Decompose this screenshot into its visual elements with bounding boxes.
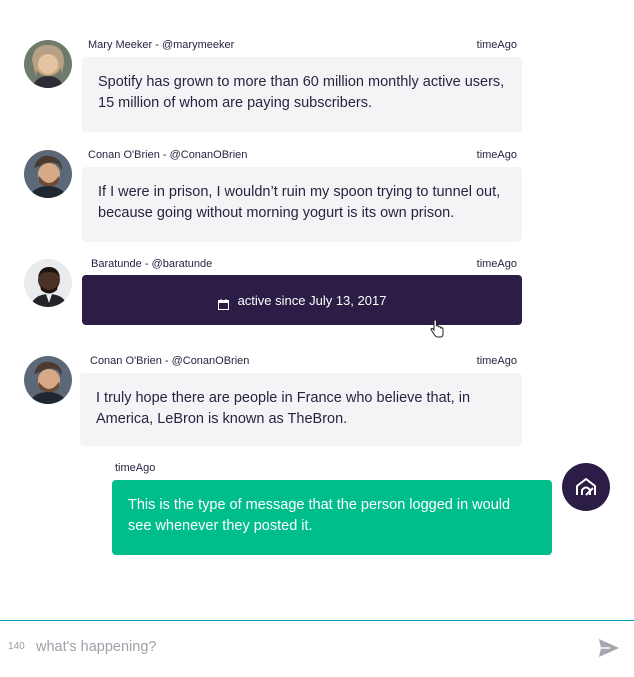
calendar-icon xyxy=(217,295,229,310)
avatar[interactable] xyxy=(24,40,72,88)
avatar[interactable] xyxy=(24,259,72,307)
home-logo-icon xyxy=(576,478,596,496)
compose-input[interactable] xyxy=(36,635,576,659)
active-since-text: active since July 13, 2017 xyxy=(237,292,387,308)
timestamp: timeAgo xyxy=(476,355,517,367)
author-name[interactable]: Mary Meeker - @marymeeker xyxy=(88,39,234,51)
timestamp: timeAgo xyxy=(115,462,156,474)
timestamp: timeAgo xyxy=(476,149,517,161)
message-meta: Mary Meeker - @marymeeker timeAgo xyxy=(88,39,517,53)
message-bubble: Spotify has grown to more than 60 millio… xyxy=(82,57,522,132)
message-meta: Baratunde - @baratunde timeAgo xyxy=(91,258,517,272)
avatar[interactable] xyxy=(24,356,72,404)
pointer-cursor-icon xyxy=(430,320,444,338)
message-bubble: If I were in prison, I wouldn’t ruin my … xyxy=(82,167,522,242)
timestamp: timeAgo xyxy=(476,258,517,270)
author-name[interactable]: Conan O'Brien - @ConanOBrien xyxy=(88,149,247,161)
author-name[interactable]: Conan O'Brien - @ConanOBrien xyxy=(90,355,249,367)
profile-info-bubble[interactable]: active since July 13, 2017 xyxy=(82,275,522,325)
send-icon[interactable] xyxy=(598,638,620,658)
message-bubble: I truly hope there are people in France … xyxy=(80,373,522,446)
character-counter: 140 xyxy=(8,641,25,652)
avatar[interactable] xyxy=(24,150,72,198)
message-meta: Conan O'Brien - @ConanOBrien timeAgo xyxy=(90,355,517,369)
timestamp: timeAgo xyxy=(476,39,517,51)
composer: 140 xyxy=(0,620,634,677)
own-message-bubble: This is the type of message that the per… xyxy=(112,480,552,555)
author-name[interactable]: Baratunde - @baratunde xyxy=(91,258,212,270)
message-feed: Mary Meeker - @marymeeker timeAgo Spotif… xyxy=(0,0,634,620)
own-avatar[interactable] xyxy=(562,463,610,511)
message-meta: Conan O'Brien - @ConanOBrien timeAgo xyxy=(88,149,517,163)
